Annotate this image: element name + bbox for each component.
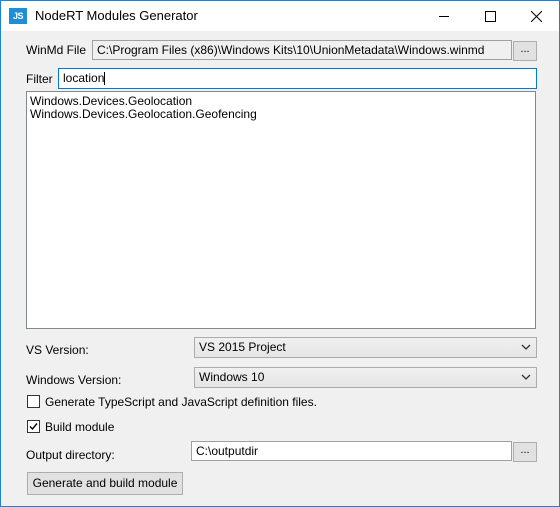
filter-input-value: location (63, 71, 105, 85)
typescript-checkbox[interactable] (27, 395, 40, 408)
winmd-path-field[interactable]: C:\Program Files (x86)\Windows Kits\10\U… (92, 40, 512, 60)
vs-version-value: VS 2015 Project (199, 340, 286, 354)
output-directory-field[interactable]: C:\outputdir (191, 441, 512, 461)
vs-version-select[interactable]: VS 2015 Project (194, 337, 537, 358)
main-window: JS NodeRT Modules Generator WinMd File C… (0, 0, 560, 507)
windows-version-label: Windows Version: (26, 373, 122, 387)
filter-input[interactable]: location (58, 68, 537, 89)
chevron-down-icon (521, 374, 531, 380)
close-button[interactable] (513, 1, 559, 31)
winmd-browse-button[interactable]: ... (513, 41, 537, 61)
text-caret (104, 72, 106, 86)
vs-version-label: VS Version: (26, 343, 89, 357)
chevron-down-icon (521, 344, 531, 350)
minimize-icon (439, 16, 449, 17)
namespace-listbox[interactable]: Windows.Devices.Geolocation Windows.Devi… (26, 91, 536, 329)
minimize-button[interactable] (421, 1, 467, 31)
filter-label: Filter (26, 72, 53, 86)
title-bar[interactable]: JS NodeRT Modules Generator (1, 1, 559, 31)
output-browse-button[interactable]: ... (513, 442, 537, 462)
checkmark-icon (29, 423, 38, 431)
output-directory-label: Output directory: (26, 448, 115, 462)
windows-version-select[interactable]: Windows 10 (194, 367, 537, 388)
winmd-label: WinMd File (26, 43, 87, 57)
build-module-checkbox[interactable] (27, 420, 40, 433)
maximize-icon (484, 10, 496, 22)
maximize-button[interactable] (467, 1, 513, 31)
build-module-checkbox-label[interactable]: Build module (45, 420, 114, 434)
app-js-icon: JS (9, 8, 27, 24)
window-title: NodeRT Modules Generator (35, 8, 198, 23)
list-item[interactable]: Windows.Devices.Geolocation.Geofencing (30, 108, 532, 121)
typescript-checkbox-label[interactable]: Generate TypeScript and JavaScript defin… (45, 395, 317, 409)
generate-build-button[interactable]: Generate and build module (27, 472, 183, 495)
close-icon (530, 10, 542, 22)
windows-version-value: Windows 10 (199, 370, 265, 384)
